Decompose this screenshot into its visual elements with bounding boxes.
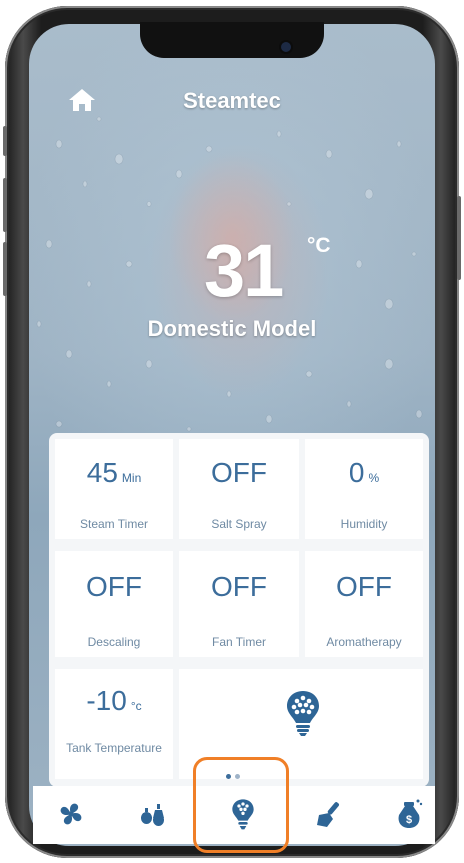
fan-timer-label: Fan Timer (211, 635, 266, 649)
aromatherapy-label: Aromatherapy (326, 635, 402, 649)
humidity-value: 0% (348, 457, 380, 488)
temperature-value: 31 (204, 229, 284, 312)
salt-bag-icon: $ (398, 799, 423, 828)
phone-notch (140, 22, 324, 58)
tile-tank-temperature[interactable]: -10 °c Tank Temperature (55, 669, 173, 779)
tank-temperature-value: -10 °c (86, 685, 142, 716)
nav-fan[interactable] (51, 794, 91, 834)
model-name: Domestic Model (147, 316, 317, 341)
tile-aromatherapy[interactable]: OFF Aromatherapy (305, 551, 423, 657)
descaling-label: Descaling (87, 635, 141, 649)
app-title: Steamtec (183, 88, 281, 113)
steam-timer-label: Steam Timer (79, 517, 148, 531)
volume-down-button (3, 242, 7, 296)
tank-temperature-label: Tank Temperature (66, 741, 162, 755)
tile-steam-timer[interactable]: 45 Min Steam Timer (55, 439, 173, 539)
aroma-drops-icon (141, 804, 164, 826)
salt-spray-label: Salt Spray (211, 517, 267, 531)
temperature-unit: °C (307, 234, 331, 257)
tile-salt-spray[interactable]: OFF Salt Spray (179, 439, 299, 539)
selected-nav-highlight (193, 757, 289, 853)
steam-timer-value: 45 Min (86, 457, 142, 488)
cleaning-brush-icon (317, 802, 339, 827)
power-button (457, 196, 461, 280)
light-bulb-icon (287, 691, 319, 736)
temperature-display: 31 °C (204, 229, 331, 312)
nav-cleaning[interactable] (309, 794, 349, 834)
fan-timer-value: OFF (211, 571, 267, 602)
humidity-label: Humidity (340, 517, 388, 531)
tile-fan-timer[interactable]: OFF Fan Timer (179, 551, 299, 657)
nav-aroma[interactable] (133, 794, 173, 834)
control-panel: 45 Min Steam Timer OFF Salt Spray 0% Humi… (49, 433, 429, 787)
svg-text:$: $ (406, 814, 412, 826)
salt-spray-value: OFF (211, 457, 267, 488)
volume-up-button (3, 178, 7, 232)
mute-switch (3, 126, 7, 156)
tile-humidity[interactable]: 0% Humidity (305, 439, 423, 539)
tile-descaling[interactable]: OFF Descaling (55, 551, 173, 657)
front-camera (279, 40, 293, 54)
fan-icon (60, 803, 82, 825)
aromatherapy-value: OFF (336, 571, 392, 602)
nav-salt[interactable]: $ (389, 794, 429, 834)
descaling-value: OFF (86, 571, 142, 602)
